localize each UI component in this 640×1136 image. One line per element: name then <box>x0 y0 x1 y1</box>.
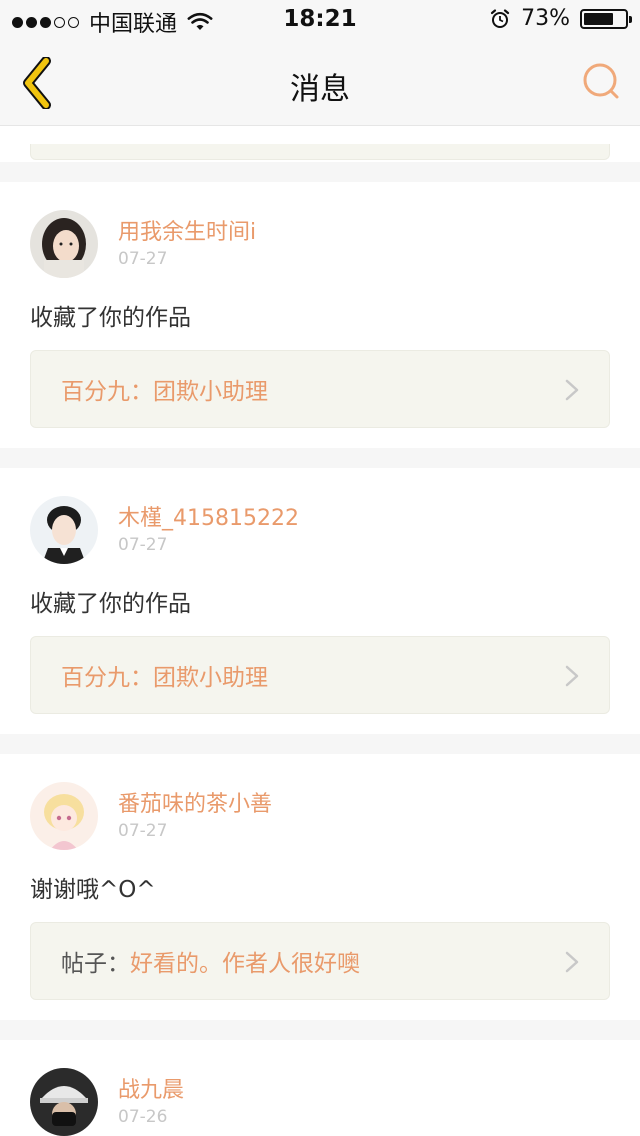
work-link[interactable]: 百分九：团欺小助理 <box>30 350 610 428</box>
message-date: 07-27 <box>118 821 168 841</box>
user-row: 用我余生时间i 07-27 <box>30 210 610 278</box>
work-link[interactable]: 百分九：团欺小助理 <box>30 636 610 714</box>
chevron-right-icon <box>565 665 579 687</box>
list-item[interactable] <box>0 126 640 162</box>
divider <box>0 448 640 468</box>
avatar-image <box>30 782 98 850</box>
avatar-image <box>30 210 98 278</box>
battery-icon <box>580 8 632 29</box>
chevron-right-icon <box>565 379 579 401</box>
avatar-image <box>30 1068 98 1136</box>
user-row: 战九晨 07-26 <box>30 1068 610 1136</box>
avatar[interactable] <box>30 782 98 850</box>
battery-percent: 73% <box>521 6 570 31</box>
list-item[interactable]: 战九晨 07-26 <box>0 1040 640 1136</box>
post-link[interactable]: 帖子： 好看的。作者人很好噢 <box>30 922 610 1000</box>
user-meta: 番茄味的茶小善 07-27 <box>118 791 272 841</box>
divider <box>0 1020 640 1040</box>
avatar[interactable] <box>30 496 98 564</box>
message-text: 谢谢哦^O^ <box>30 877 156 903</box>
avatar[interactable] <box>30 210 98 278</box>
status-bar: 中国联通 18:21 73% <box>0 0 640 40</box>
message-date: 07-26 <box>118 1107 168 1127</box>
list-item[interactable]: 番茄味的茶小善 07-27 谢谢哦^O^ 帖子： 好看的。作者人很好噢 <box>0 754 640 1020</box>
navigation-bar: 消息 <box>0 40 640 126</box>
message-date: 07-27 <box>118 535 168 555</box>
message-text: 收藏了你的作品 <box>30 305 191 331</box>
message-date: 07-27 <box>118 249 168 269</box>
divider <box>0 162 640 182</box>
search-icon <box>583 63 619 99</box>
username[interactable]: 番茄味的茶小善 <box>118 791 272 819</box>
alarm-clock-icon <box>490 8 510 28</box>
username[interactable]: 木槿_415815222 <box>118 505 299 533</box>
user-row: 木槿_415815222 07-27 <box>30 496 610 564</box>
divider <box>0 734 640 754</box>
post-title: 好看的。作者人很好噢 <box>130 951 360 977</box>
page-title: 消息 <box>290 72 350 107</box>
user-meta: 战九晨 07-26 <box>118 1077 184 1127</box>
list-item[interactable]: 用我余生时间i 07-27 收藏了你的作品 百分九：团欺小助理 <box>0 182 640 448</box>
battery-level <box>584 12 613 25</box>
chevron-right-icon <box>565 951 579 973</box>
work-title: 百分九：团欺小助理 <box>61 379 268 405</box>
work-title: 百分九：团欺小助理 <box>61 665 268 691</box>
search-button[interactable] <box>580 60 624 104</box>
user-meta: 用我余生时间i 07-27 <box>118 219 256 269</box>
user-row: 番茄味的茶小善 07-27 <box>30 782 610 850</box>
username[interactable]: 用我余生时间i <box>118 219 256 247</box>
list-item[interactable]: 木槿_415815222 07-27 收藏了你的作品 百分九：团欺小助理 <box>0 468 640 734</box>
work-link-partial[interactable] <box>30 144 610 160</box>
user-meta: 木槿_415815222 07-27 <box>118 505 299 555</box>
avatar[interactable] <box>30 1068 98 1136</box>
post-label: 帖子： <box>61 951 130 977</box>
message-list[interactable]: 用我余生时间i 07-27 收藏了你的作品 百分九：团欺小助理 木槿_41581… <box>0 126 640 1136</box>
avatar-image <box>30 496 98 564</box>
status-right: 73% <box>489 6 632 31</box>
message-text: 收藏了你的作品 <box>30 591 191 617</box>
username[interactable]: 战九晨 <box>118 1077 184 1105</box>
